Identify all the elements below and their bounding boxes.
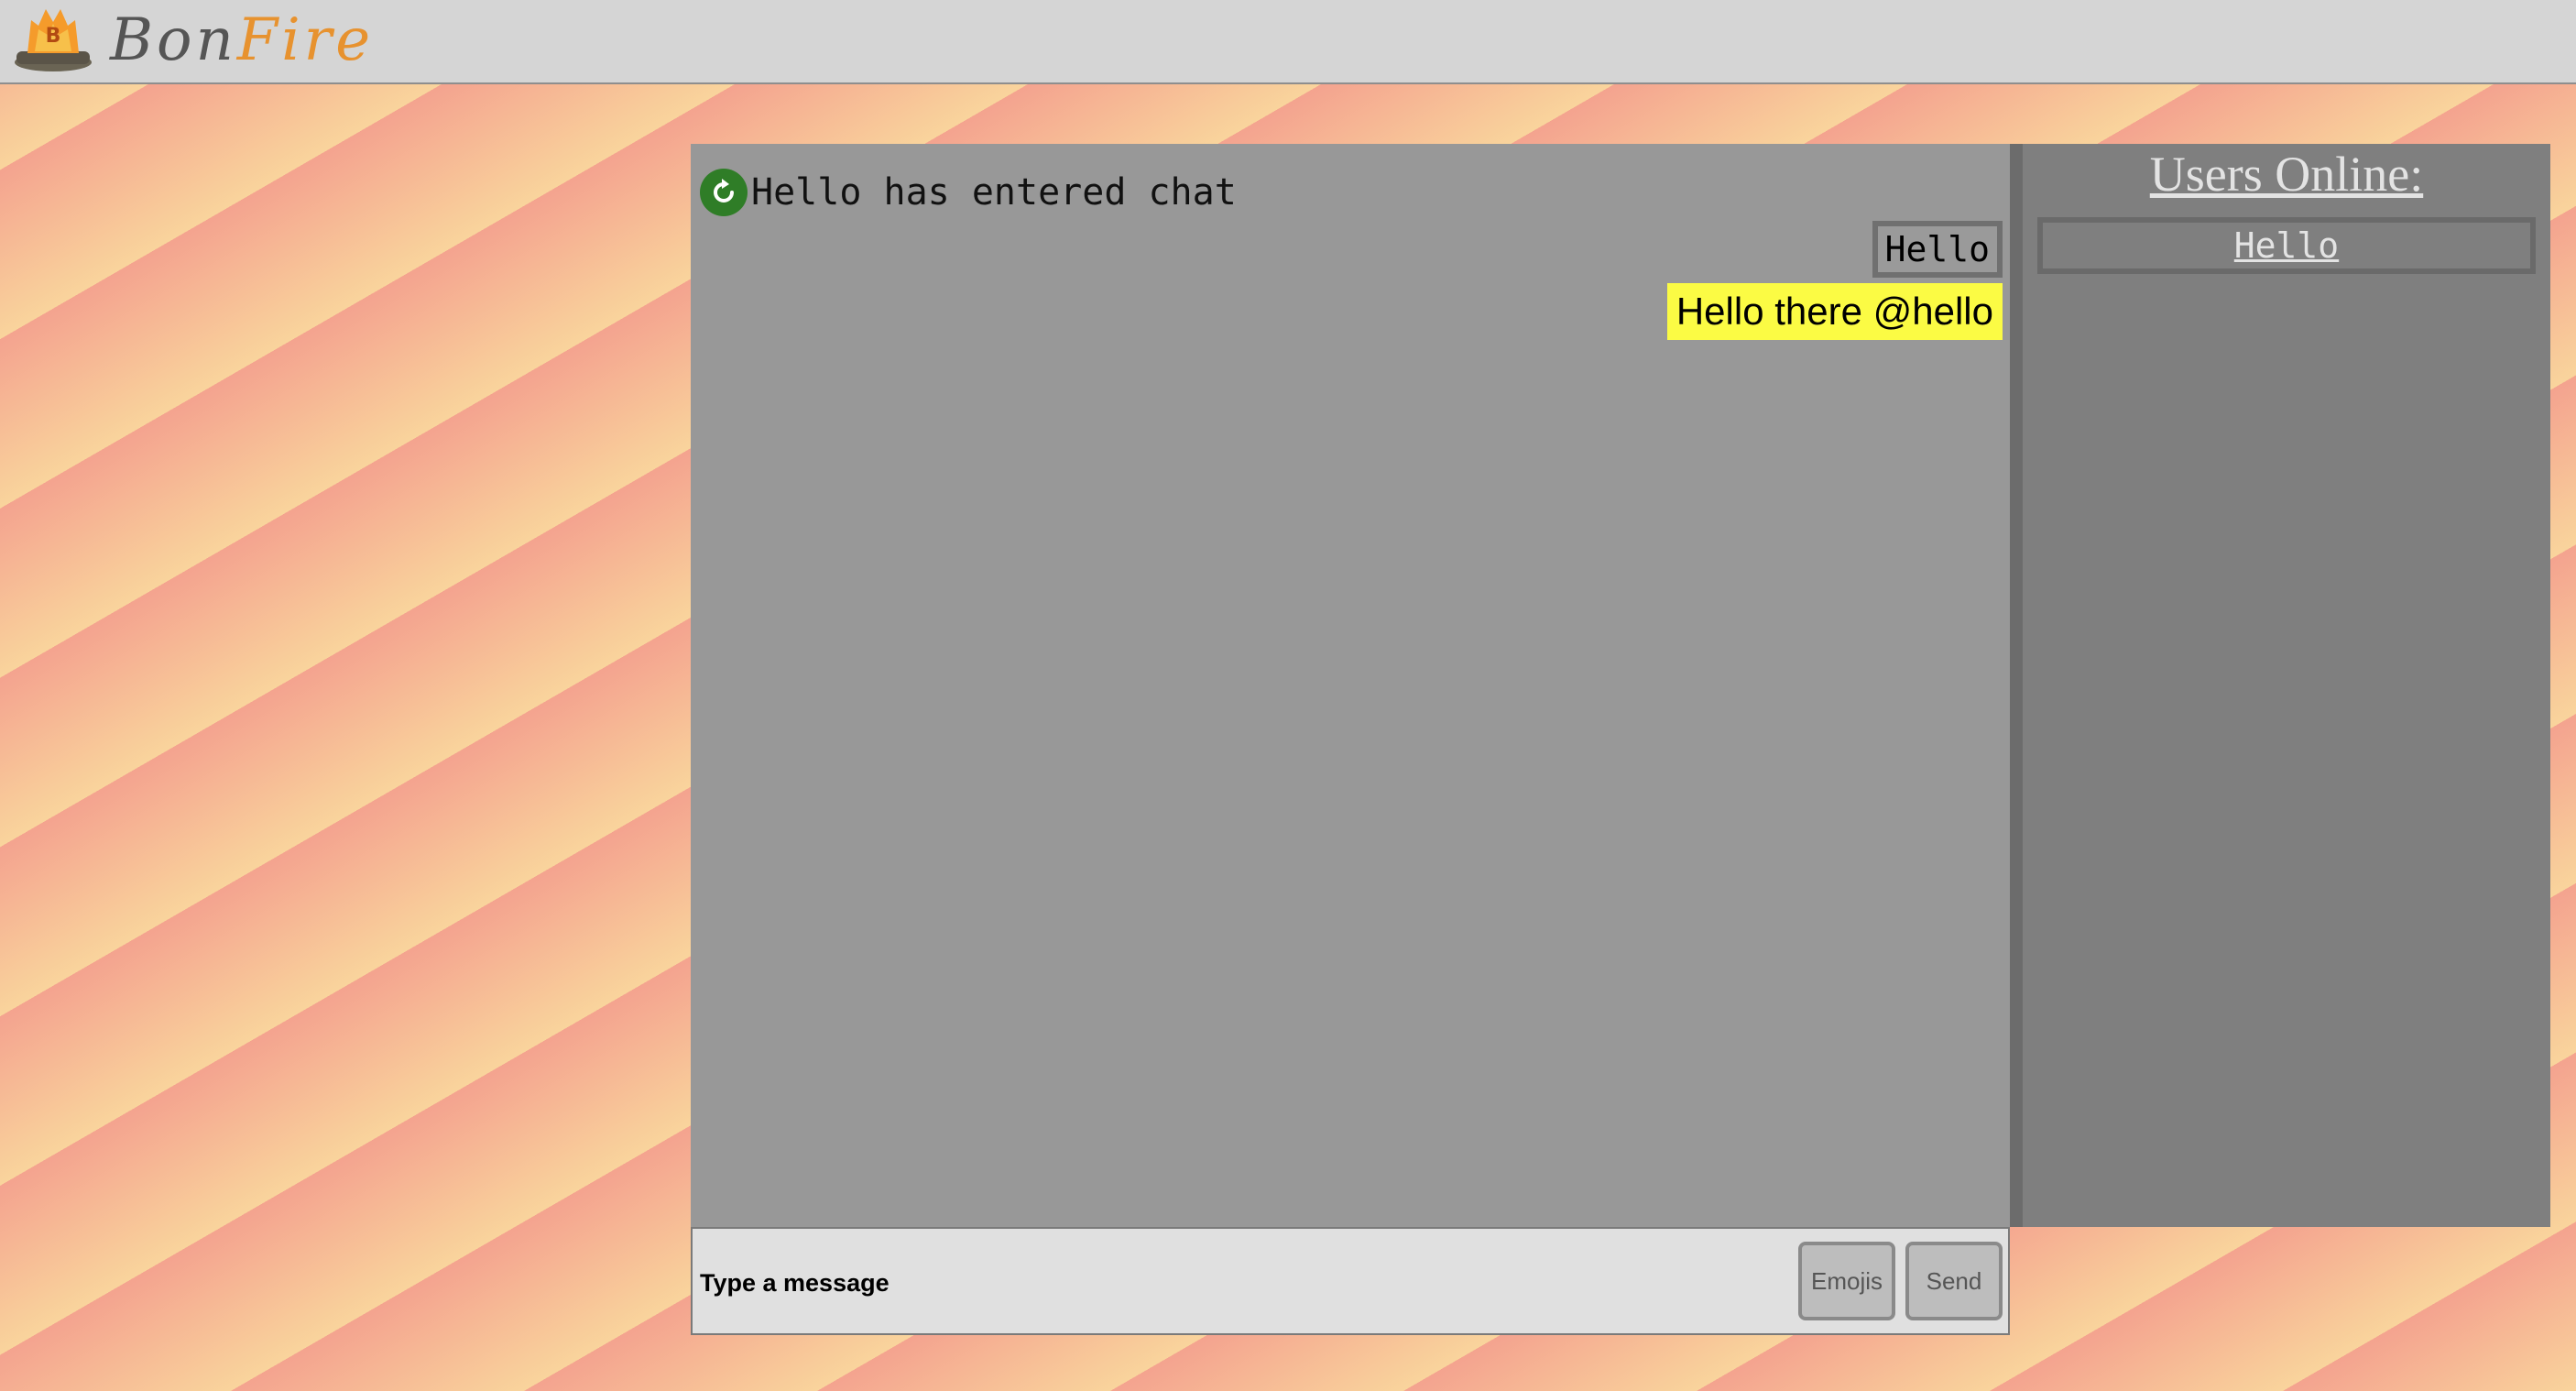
top-bar: B BonFire	[0, 0, 2576, 84]
user-list-item[interactable]: Hello	[2037, 217, 2536, 274]
message-text: Hello there @hello	[1666, 283, 2003, 340]
users-online-title: Users Online:	[2149, 147, 2424, 202]
message-input[interactable]	[698, 1256, 1746, 1309]
send-button[interactable]: Send	[1905, 1242, 2003, 1320]
join-notification: Hello has entered chat	[700, 166, 1237, 219]
panel-divider	[2010, 144, 2023, 1227]
chat-messages-panel[interactable]: Hello has entered chat Hello Hello there…	[691, 144, 2010, 1227]
message-sender[interactable]: Hello	[1872, 221, 2003, 278]
users-online-panel: Users Online: Hello	[2023, 144, 2550, 1227]
logo-wordmark[interactable]: BonFire	[110, 4, 374, 77]
join-message-text: Hello has entered chat	[751, 171, 1237, 214]
logo-text-bon: Bon	[110, 6, 237, 74]
emojis-button[interactable]: Emojis	[1798, 1242, 1895, 1320]
refresh-icon	[700, 169, 748, 216]
bonfire-logo-icon[interactable]: B	[11, 5, 95, 73]
message-composer: Emojis Send	[691, 1227, 2010, 1335]
logo-text-fire: Fire	[236, 6, 375, 74]
logo-badge-letter: B	[46, 25, 61, 48]
